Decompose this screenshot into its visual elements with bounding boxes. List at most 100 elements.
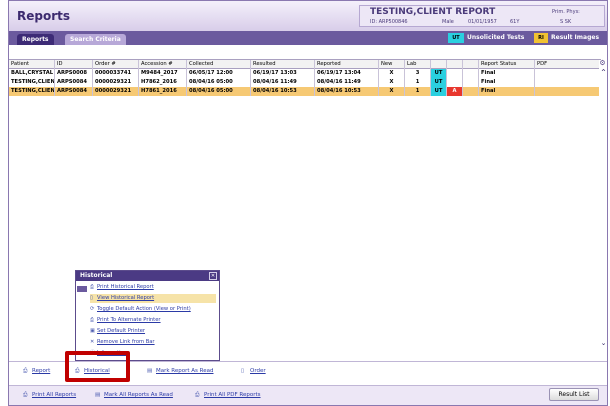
menu-item-view-historical[interactable]: ▯ View Historical Report (90, 294, 216, 303)
mark-report-read-link[interactable]: ▤ Mark Report As Read (147, 366, 214, 376)
column-settings-gear-icon[interactable]: ⚙ (598, 59, 607, 68)
result-list-button[interactable]: Result List (549, 388, 599, 401)
col-resulted[interactable]: Resulted (251, 60, 315, 69)
cell-flag (447, 78, 463, 87)
report-link[interactable]: ⎙ Report (23, 366, 50, 376)
cell-pdf (535, 87, 595, 96)
printer-icon: ⎙ (90, 284, 95, 290)
mark-all-read-link[interactable]: ▤ Mark All Reports As Read (95, 390, 173, 400)
cell-ut-badge: UT (431, 87, 447, 96)
cell-accession: H7862_2016 (139, 78, 187, 87)
print-all-reports-link[interactable]: ⎙ Print All Reports (23, 390, 76, 400)
unsolicited-tests-label: Unsolicited Tests (467, 34, 525, 41)
patient-banner: TESTING,CLIENT REPORT ID: ARP500846 Male… (359, 5, 605, 27)
cell-pdf (535, 78, 595, 87)
reports-window: Reports TESTING,CLIENT REPORT ID: ARP500… (8, 0, 608, 406)
cell-reported: 06/19/17 13:04 (315, 69, 379, 78)
printer-icon: ⎙ (195, 392, 200, 398)
scroll-up-chevron-icon[interactable]: ⌃ (599, 68, 607, 77)
col-new[interactable]: New (379, 60, 405, 69)
vertical-scrollbar[interactable]: ⌃ ⌄ (599, 68, 607, 348)
phys-value: S SK (560, 19, 572, 25)
menu-item-print-alternate[interactable]: ⎙ Print To Alternate Printer (90, 316, 216, 325)
order-link[interactable]: ▯ Order (241, 366, 266, 376)
cell-accession: M9484_2017 (139, 69, 187, 78)
col-ri (463, 60, 479, 69)
tab-reports[interactable]: Reports (17, 34, 54, 45)
toggle-icon: ⟳ (90, 306, 95, 312)
cell-collected: 08/04/16 05:00 (187, 78, 251, 87)
page-title: Reports (17, 9, 71, 23)
cell-resulted: 06/19/17 13:03 (251, 69, 315, 78)
printer-check-icon: ▣ (90, 328, 95, 334)
col-lab[interactable]: Lab (405, 60, 431, 69)
ri-legend-badge: RI (534, 33, 548, 43)
menu-item-remove-link[interactable]: ✕ Remove Link from Bar (90, 338, 216, 347)
col-reported[interactable]: Reported (315, 60, 379, 69)
print-all-pdf-link[interactable]: ⎙ Print All PDF Reports (195, 390, 261, 400)
table-row[interactable]: TESTING,CLIENT ARPS0084 0000029321 H7862… (9, 78, 599, 87)
cell-collected: 06/05/17 12:00 (187, 69, 251, 78)
highlight-annotation-box (65, 351, 130, 382)
menu-item-toggle-default[interactable]: ⟳ Toggle Default Action (View or Print) (90, 305, 216, 314)
menu-item-set-default-printer[interactable]: ▣ Set Default Printer (90, 327, 216, 336)
cell-lab: 3 (405, 69, 431, 78)
cell-reported: 08/04/16 11:49 (315, 78, 379, 87)
historical-popup-menu: Historical ✕ ⎙ Print Historical Report ▯ V… (75, 270, 220, 361)
cell-pdf (535, 69, 595, 78)
cell-collected: 08/04/16 05:00 (187, 87, 251, 96)
col-order[interactable]: Order # (93, 60, 139, 69)
cell-id: ARPS0008 (55, 69, 93, 78)
document-icon: ▯ (241, 368, 245, 374)
close-icon[interactable]: ✕ (209, 272, 217, 280)
cell-report-status: Final (479, 69, 535, 78)
cell-patient: TESTING,CLIENT (11, 78, 55, 87)
scroll-down-chevron-icon[interactable]: ⌄ (599, 339, 607, 348)
col-collected[interactable]: Collected (187, 60, 251, 69)
col-patient[interactable]: Patient (9, 60, 55, 69)
col-id[interactable]: ID (55, 60, 93, 69)
printer-icon: ⎙ (23, 392, 28, 398)
menu-item-print-historical[interactable]: ⎙ Print Historical Report (90, 283, 216, 292)
cell-order: 0000033741 (93, 69, 139, 78)
cell-lab: 1 (405, 87, 431, 96)
cell-flag (447, 69, 463, 78)
cell-ut-badge: UT (431, 69, 447, 78)
cell-report-status: Final (479, 87, 535, 96)
cell-new: X (379, 87, 405, 96)
patient-dob: 01/01/1957 (468, 19, 497, 25)
patient-name: TESTING,CLIENT REPORT (370, 7, 496, 17)
col-report-status[interactable]: Report Status (479, 60, 535, 69)
printer-icon: ⎙ (90, 317, 95, 323)
popup-body: ⎙ Print Historical Report ▯ View Historica… (76, 281, 219, 360)
cell-new: X (379, 78, 405, 87)
cell-accession: H7861_2016 (139, 87, 187, 96)
table-row-selected[interactable]: TESTING,CLIENT ARPS0084 0000029321 H7861… (9, 87, 599, 96)
patient-id: ID: ARP500846 (370, 19, 408, 25)
col-accession[interactable]: Accession # (139, 60, 187, 69)
result-images-label: Result Images (551, 34, 600, 41)
col-pdf[interactable]: PDF (535, 60, 595, 69)
cell-ri (463, 87, 479, 96)
cell-resulted: 08/04/16 11:49 (251, 78, 315, 87)
tab-search-criteria[interactable]: Search Criteria (65, 34, 126, 45)
cell-new: X (379, 69, 405, 78)
cell-id: ARPS0084 (55, 87, 93, 96)
cell-lab: 1 (405, 78, 431, 87)
cell-order: 0000029321 (93, 87, 139, 96)
cell-id: ARPS0084 (55, 78, 93, 87)
document-icon: ▯ (90, 295, 93, 301)
printer-icon: ⎙ (23, 368, 28, 374)
table-header-row: Patient ID Order # Accession # Collected… (9, 60, 599, 69)
cell-patient: TESTING,CLIENT (11, 87, 55, 96)
menu-bar-icon (77, 286, 87, 292)
mark-read-icon: ▤ (95, 392, 101, 398)
cell-ri (463, 69, 479, 78)
cell-reported: 08/04/16 10:53 (315, 87, 379, 96)
cell-order: 0000029321 (93, 78, 139, 87)
table-row[interactable]: BALL,CRYSTAL ARPS0008 0000033741 M9484_2… (9, 69, 599, 78)
cell-resulted: 08/04/16 10:53 (251, 87, 315, 96)
tab-bar: Reports Search Criteria UT Unsolicited T… (9, 31, 607, 45)
phys-label: Prim. Phys: (552, 9, 580, 15)
remove-icon: ✕ (90, 339, 95, 345)
